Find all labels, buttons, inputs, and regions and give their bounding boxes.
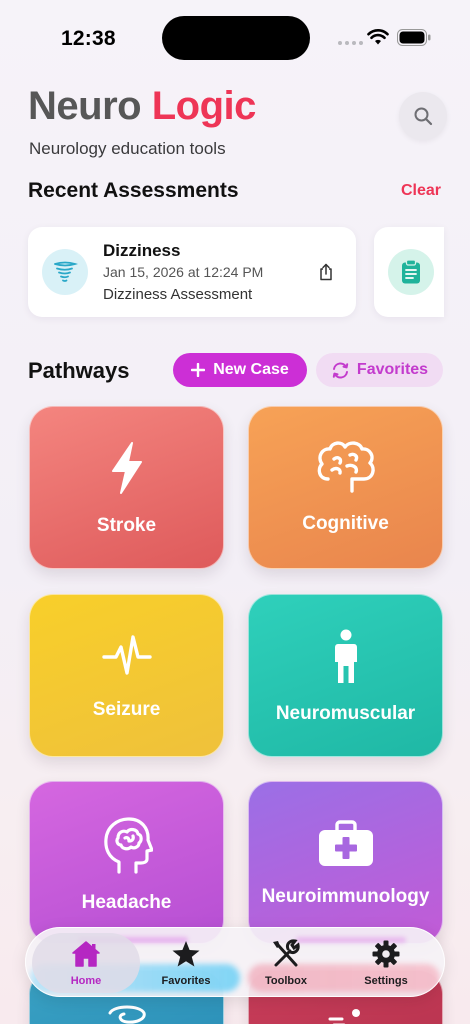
recent-assessment-card-partial[interactable]	[374, 227, 444, 317]
tab-bar: Home Favorites Toolbox Settings	[25, 927, 445, 997]
tab-label: Favorites	[161, 975, 211, 987]
tab-favorites[interactable]: Favorites	[146, 928, 226, 996]
pathway-label: Cognitive	[302, 513, 389, 534]
lightning-icon	[111, 442, 142, 494]
pathway-tile-headache[interactable]: Headache	[29, 781, 224, 944]
brain-icon	[317, 441, 375, 493]
new-case-label: New Case	[213, 361, 289, 378]
assessment-name: Dizziness	[103, 241, 181, 260]
tab-home[interactable]: Home	[46, 928, 126, 996]
figure-icon	[328, 1009, 360, 1024]
app-title-neuro: Neuro	[28, 84, 142, 128]
tab-label: Settings	[364, 975, 408, 987]
app-subtitle: Neurology education tools	[29, 139, 226, 158]
pathway-tile-seizure[interactable]: Seizure	[29, 594, 224, 757]
status-bar: 12:38	[0, 0, 470, 76]
search-button[interactable]	[399, 92, 447, 140]
tab-settings[interactable]: Settings	[346, 928, 426, 996]
tab-label: Toolbox	[265, 975, 307, 987]
cellular-signal-icon	[338, 41, 363, 45]
gear-icon	[372, 940, 400, 968]
recent-assessment-card[interactable]: Dizziness Jan 15, 2026 at 12:24 PM Dizzi…	[28, 227, 356, 317]
medical-kit-icon	[318, 820, 373, 866]
plus-icon	[191, 363, 206, 377]
pathway-label: Seizure	[92, 699, 161, 720]
tab-toolbox[interactable]: Toolbox	[246, 928, 326, 996]
pathway-tile-neuromuscular[interactable]: Neuromuscular	[248, 594, 443, 757]
star-icon	[172, 941, 200, 967]
share-icon[interactable]	[318, 263, 334, 281]
status-time: 12:38	[61, 27, 116, 50]
pulse-icon	[101, 635, 152, 675]
pathway-tile-stroke[interactable]: Stroke	[29, 406, 224, 569]
tornado-icon	[42, 249, 88, 295]
favorites-label: Favorites	[356, 361, 429, 378]
head-brain-icon	[103, 817, 153, 874]
assessment-date: Jan 15, 2026 at 12:24 PM	[103, 264, 264, 280]
refresh-icon	[332, 362, 349, 378]
pathway-label: Neuromuscular	[275, 703, 416, 724]
pathway-label: Headache	[81, 892, 172, 913]
tab-label: Home	[70, 975, 102, 987]
wifi-icon	[367, 29, 389, 45]
dynamic-island	[162, 16, 310, 60]
favorites-button[interactable]: Favorites	[316, 353, 443, 387]
recent-assessments-title: Recent Assessments	[28, 179, 239, 202]
app-title: Neuro Logic	[28, 84, 256, 129]
clear-button[interactable]: Clear	[401, 182, 441, 200]
app-title-logic: Logic	[151, 84, 257, 128]
clipboard-icon	[388, 249, 434, 295]
battery-icon	[397, 29, 431, 46]
new-case-button[interactable]: New Case	[173, 353, 307, 387]
pathway-label: Neuroimmunology	[261, 886, 430, 907]
pathways-title: Pathways	[28, 358, 130, 383]
spiral-icon	[108, 1005, 146, 1024]
tools-icon	[273, 939, 300, 967]
person-icon	[334, 629, 357, 683]
pathway-tile-neuroimmunology[interactable]: Neuroimmunology	[248, 781, 443, 944]
pathway-label: Stroke	[96, 515, 157, 536]
pathway-tile-cognitive[interactable]: Cognitive	[248, 406, 443, 569]
assessment-description: Dizziness Assessment	[103, 286, 253, 303]
search-icon	[414, 107, 433, 126]
house-icon	[72, 941, 100, 967]
